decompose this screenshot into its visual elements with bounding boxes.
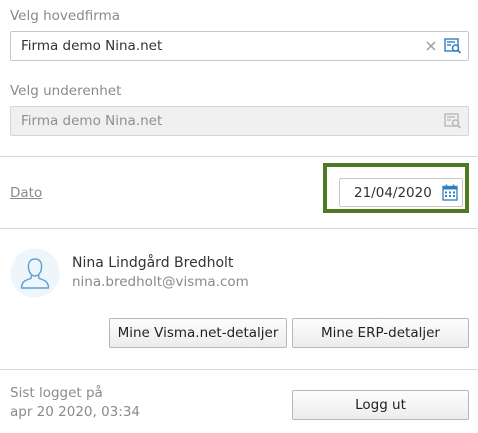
visma-details-button[interactable]: Mine Visma.net-detaljer [109,318,287,348]
user-email: nina.bredholt@visma.com [72,274,249,290]
last-login-label: Sist logget på [10,385,103,401]
sub-unit-label: Velg underenhet [10,83,122,99]
sub-unit-value: Firma demo Nina.net [21,113,163,129]
date-value: 21/04/2020 [354,185,432,201]
calendar-icon[interactable] [442,184,458,201]
search-list-icon [444,113,462,129]
logout-button[interactable]: Logg ut [292,390,469,420]
main-company-field[interactable]: Firma demo Nina.net [10,31,469,61]
erp-details-button[interactable]: Mine ERP-detaljer [292,318,469,348]
main-company-value: Firma demo Nina.net [21,38,163,54]
divider [0,156,478,157]
date-picker-field[interactable]: 21/04/2020 [339,178,463,207]
user-name: Nina Lindgård Bredholt [72,255,234,271]
user-avatar-icon [10,248,60,298]
search-list-icon[interactable] [444,38,462,54]
sub-unit-field: Firma demo Nina.net [10,106,469,136]
date-label-link[interactable]: Dato [10,185,42,201]
last-login-value: apr 20 2020, 03:34 [10,404,140,420]
divider [0,228,478,229]
main-company-label: Velg hovedfirma [10,8,121,24]
close-icon[interactable] [425,40,437,52]
divider [0,369,478,370]
